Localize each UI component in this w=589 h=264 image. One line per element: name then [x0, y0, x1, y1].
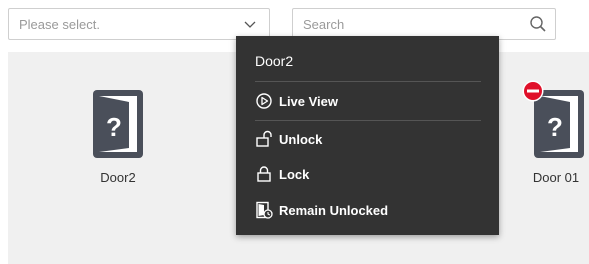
chevron-down-icon: [244, 21, 256, 28]
door-label: Door2: [100, 170, 136, 185]
door-context-menu: Door2 Live View Unlock Lock Remain Unloc…: [236, 36, 499, 235]
play-circle-icon: [256, 93, 272, 109]
search-input[interactable]: [303, 15, 513, 33]
menu-item-remain-unlocked[interactable]: Remain Unlocked: [255, 199, 481, 221]
door-filter-select[interactable]: Please select.: [8, 8, 270, 40]
menu-divider: [255, 120, 481, 121]
menu-divider: [255, 81, 481, 82]
menu-item-label: Lock: [279, 166, 310, 182]
lock-icon: [257, 166, 271, 182]
door-card-door2[interactable]: ? Door2: [90, 90, 146, 185]
door-card-door01[interactable]: ? Door 01: [522, 80, 586, 185]
menu-item-label: Unlock: [279, 131, 323, 147]
menu-item-label: Live View: [279, 93, 339, 109]
menu-item-live-view[interactable]: Live View: [255, 90, 481, 112]
menu-item-lock[interactable]: Lock: [255, 163, 481, 185]
svg-text:?: ?: [547, 112, 563, 142]
unlock-icon: [256, 130, 272, 147]
search-icon[interactable]: [529, 15, 547, 33]
menu-item-label: Remain Unlocked: [279, 202, 389, 218]
menu-item-unlock[interactable]: Unlock: [255, 128, 481, 150]
menu-title: Door2: [255, 53, 294, 69]
select-placeholder: Please select.: [19, 17, 100, 32]
unknown-door-icon: ?: [522, 80, 586, 158]
door-label: Door 01: [532, 170, 580, 185]
offline-alert-icon: [522, 80, 544, 102]
remain-unlocked-icon: [256, 201, 273, 219]
svg-text:?: ?: [106, 112, 122, 142]
unknown-door-icon: ?: [93, 90, 146, 158]
